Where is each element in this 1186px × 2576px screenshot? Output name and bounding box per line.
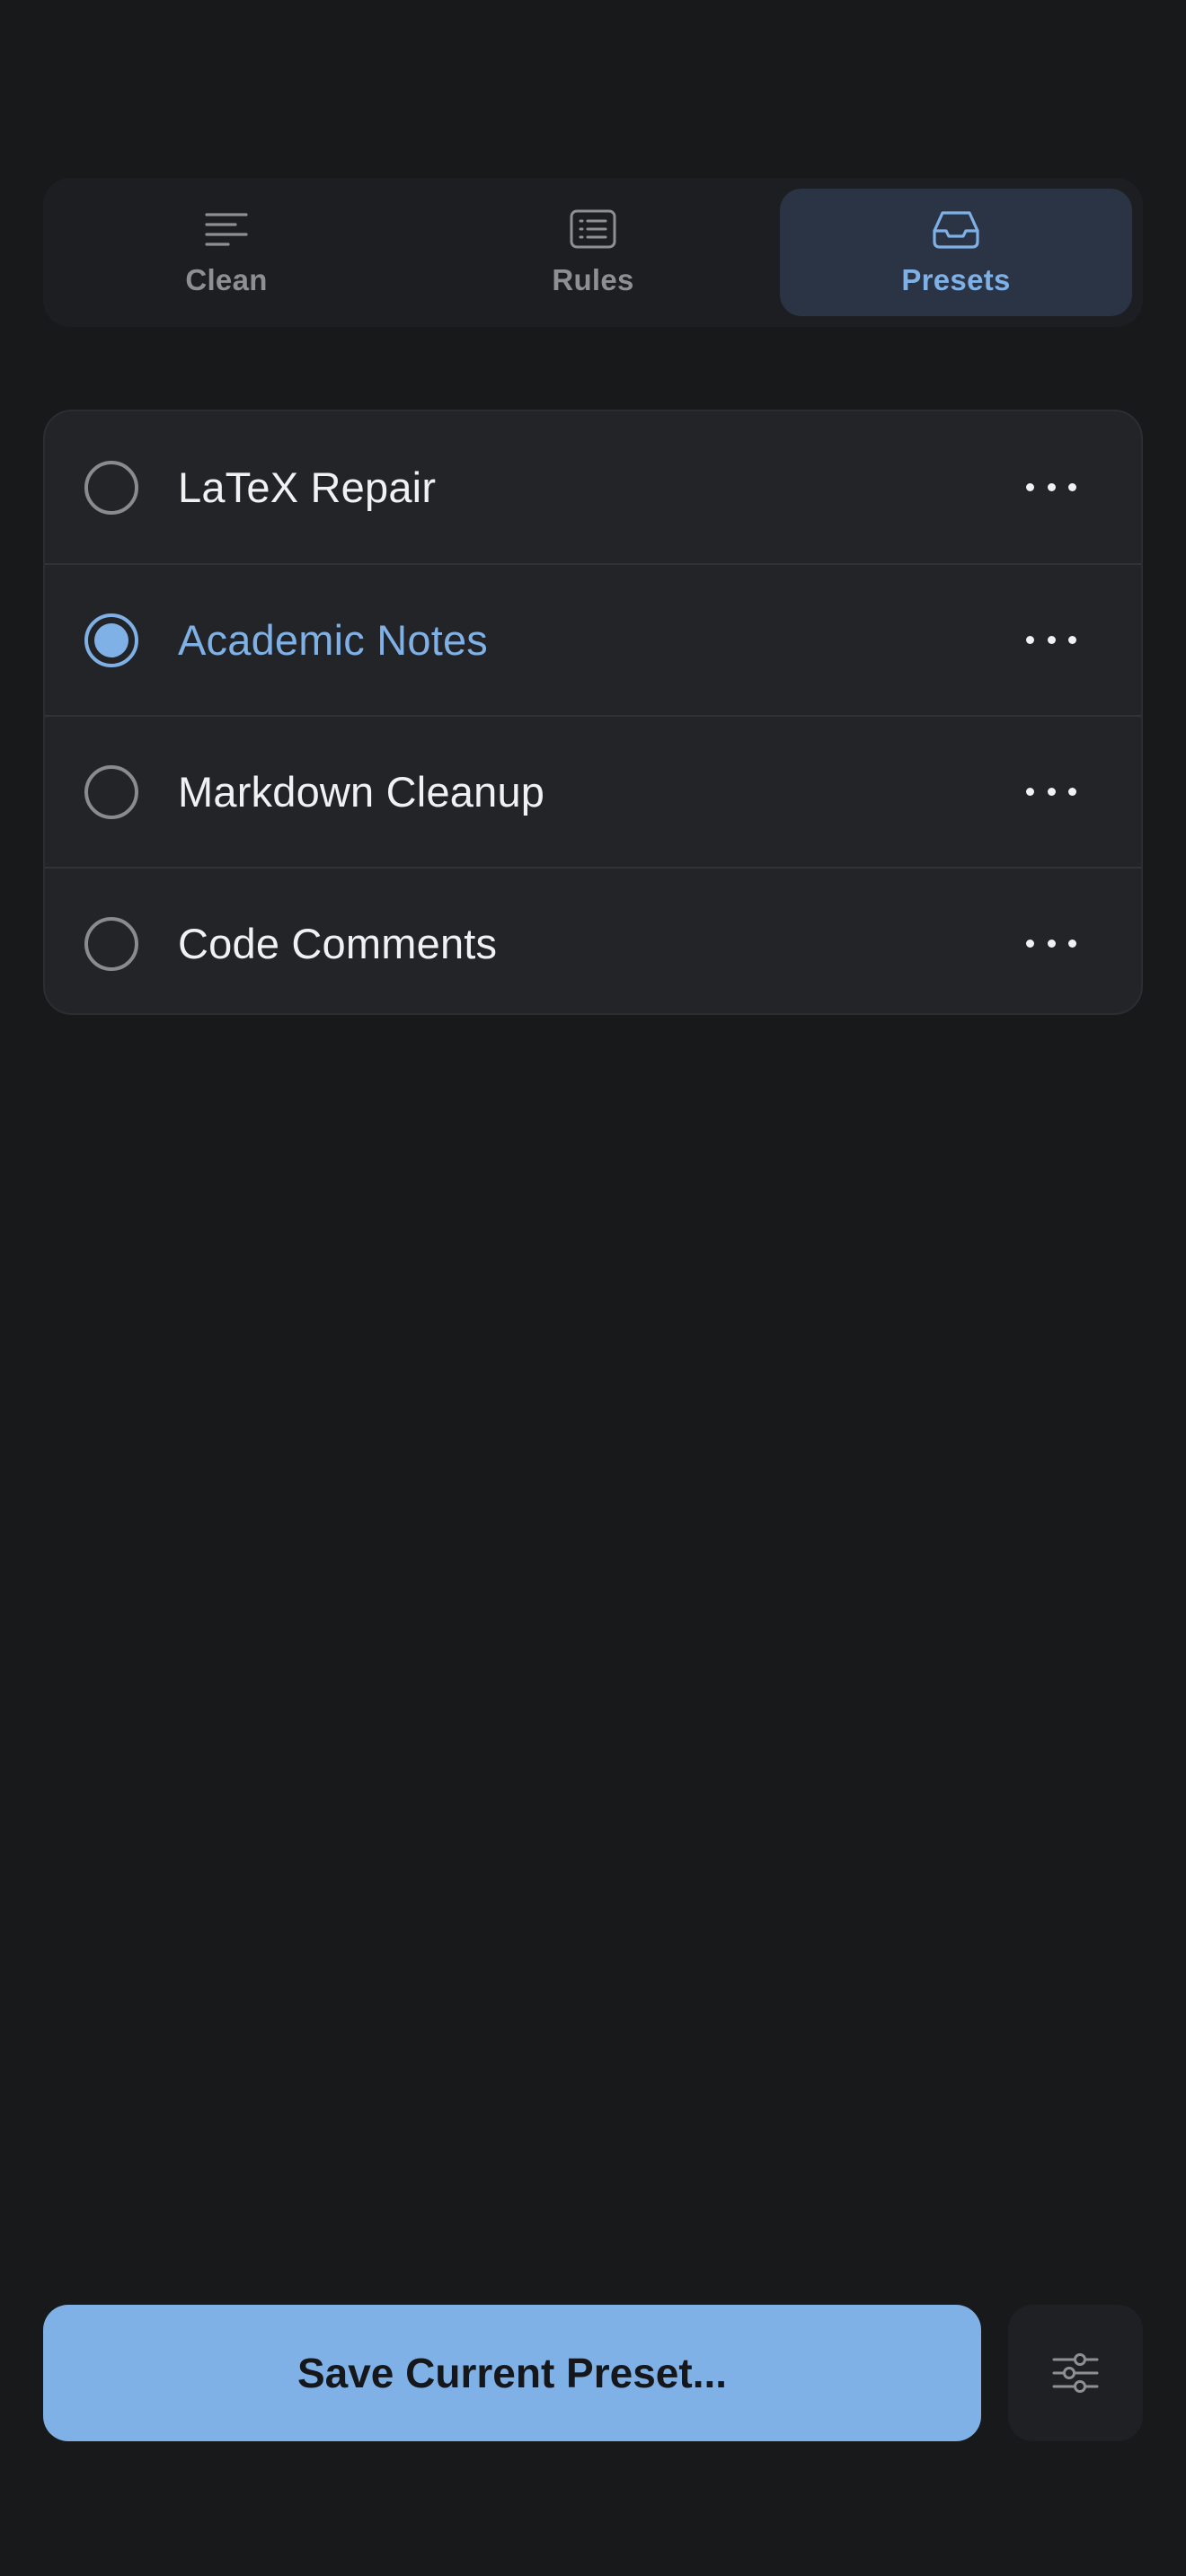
preset-name: LaTeX Repair <box>178 463 437 511</box>
segmented-tab-bar: Clean Rules Presets <box>43 178 1143 327</box>
radio-button[interactable] <box>84 460 138 515</box>
preset-list: LaTeX Repair Academic Notes Markdown Cle… <box>43 410 1143 1015</box>
tab-presets-label: Presets <box>901 263 1011 296</box>
sliders-icon <box>1052 2353 1099 2393</box>
more-options-icon[interactable] <box>1026 926 1076 962</box>
preset-row[interactable]: Markdown Cleanup <box>45 715 1141 867</box>
list-rules-icon <box>570 209 616 249</box>
settings-button[interactable] <box>1008 2305 1143 2441</box>
save-preset-button[interactable]: Save Current Preset... <box>43 2305 981 2441</box>
presets-screen: Clean Rules Presets LaTeX Repair Academi… <box>0 0 1186 2576</box>
tab-clean-label: Clean <box>185 263 268 296</box>
preset-row[interactable]: Academic Notes <box>45 563 1141 715</box>
radio-button-selected[interactable] <box>84 613 138 667</box>
tab-rules[interactable]: Rules <box>420 189 766 316</box>
tray-inbox-icon <box>933 211 979 249</box>
text-align-left-icon <box>205 213 248 246</box>
tab-presets[interactable]: Presets <box>780 189 1132 316</box>
more-options-icon[interactable] <box>1026 470 1076 506</box>
more-options-icon[interactable] <box>1026 622 1076 658</box>
preset-row[interactable]: LaTeX Repair <box>45 411 1141 563</box>
preset-name: Markdown Cleanup <box>178 768 545 816</box>
tab-rules-label: Rules <box>552 263 634 296</box>
preset-name: Code Comments <box>178 920 498 967</box>
more-options-icon[interactable] <box>1026 774 1076 810</box>
radio-button[interactable] <box>84 916 138 971</box>
preset-name: Academic Notes <box>178 616 488 664</box>
radio-button[interactable] <box>84 764 138 819</box>
tab-clean[interactable]: Clean <box>54 189 399 316</box>
preset-row[interactable]: Code Comments <box>45 867 1141 1013</box>
